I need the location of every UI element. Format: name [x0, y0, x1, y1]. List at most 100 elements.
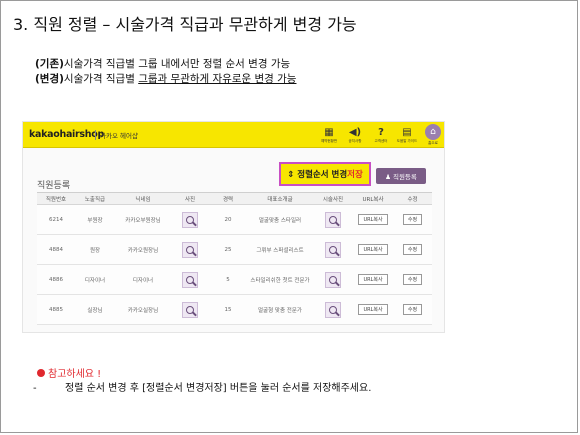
cell-url: URL복사: [353, 264, 393, 295]
after-label: (변경): [35, 73, 64, 85]
photo-search-icon[interactable]: [325, 241, 341, 258]
nav-label: 홈으로: [428, 141, 438, 145]
staff-table: 직원번호 노출직급 닉네임 사진 경력 대표소개글 시술사진 URL복사 수정 …: [37, 192, 432, 325]
photo-search-icon[interactable]: [182, 301, 198, 318]
nav-support[interactable]: ? 고객센터: [368, 122, 394, 148]
cell-work-photo: [313, 294, 353, 325]
help-icon: ?: [378, 126, 384, 138]
cell-photo: [171, 234, 209, 265]
nav-label: 도움말 가이드: [396, 138, 418, 143]
col-header: 경력: [209, 192, 247, 205]
cell-url: URL복사: [353, 204, 393, 235]
cell-id: 4885: [37, 294, 75, 325]
col-header: 시술사진: [313, 192, 353, 205]
save-order-button[interactable]: ⇕ 정렬순서 변경 저장: [279, 162, 371, 186]
col-header: 수정: [393, 192, 432, 205]
section-title: 직원등록: [37, 181, 71, 191]
cell-url: URL복사: [353, 294, 393, 325]
cell-id: 6214: [37, 204, 75, 235]
note-title-text: 참고하세요 !: [48, 369, 102, 380]
col-header: 닉네임: [115, 192, 171, 205]
slide-title: 3. 직원 정렬 – 시술가격 직급과 무관하게 변경 가능: [13, 15, 357, 34]
edit-button[interactable]: 수정: [402, 244, 423, 255]
note-text: 정렬 순서 변경 후 [정렬순서 변경저장] 버튼을 눌러 순서를 저장해주세요…: [65, 383, 372, 394]
table-row[interactable]: 4885 실장님 카카오실장님 15 얼굴형 맞춤 전문가 URL복사 수정: [37, 294, 432, 325]
cell-rank: 실장님: [75, 294, 115, 325]
cell-rank: 원장: [75, 234, 115, 265]
header-nav: ▦ 예약현황판 ◀) 공지사항 ? 고객센터 ▤ 도움말 가이드 ⌂ 홈으로: [316, 122, 444, 148]
cell-intro: 그뤼부 스퍼셜리스트: [247, 234, 313, 265]
cell-nickname: 디자이너: [115, 264, 171, 295]
save-order-label-highlight: 저장: [347, 170, 363, 180]
col-header: 대표소개글: [247, 192, 313, 205]
nav-reservation-board[interactable]: ▦ 예약현황판: [316, 122, 342, 148]
cell-work-photo: [313, 234, 353, 265]
table-row[interactable]: 4884 원장 카카오원장님 25 그뤼부 스퍼셜리스트 URL복사 수정: [37, 234, 432, 265]
col-header: 직원번호: [37, 192, 75, 205]
nav-home[interactable]: ⌂ 홈으로: [420, 122, 444, 148]
nav-label: 예약현황판: [320, 138, 338, 143]
copy-url-button[interactable]: URL복사: [358, 304, 388, 315]
photo-search-icon[interactable]: [325, 301, 341, 318]
app-screenshot: kakaohairshop 카카오 헤어샵 ▦ 예약현황판 ◀) 공지사항 ? …: [22, 121, 445, 333]
cell-id: 4884: [37, 234, 75, 265]
cell-work-photo: [313, 264, 353, 295]
brand-logo[interactable]: kakaohairshop: [29, 129, 104, 140]
copy-url-button[interactable]: URL복사: [358, 214, 388, 225]
cell-nickname: 카카오부원장님: [115, 204, 171, 235]
nav-notice[interactable]: ◀) 공지사항: [342, 122, 368, 148]
table-row[interactable]: 4886 디자이너 디자이너 5 스타일리쉬한 첫트 전문가 URL복사 수정: [37, 264, 432, 295]
cell-intro: 얼굴맞춤 스타일러: [247, 204, 313, 235]
photo-search-icon[interactable]: [182, 271, 198, 288]
cell-career: 20: [209, 204, 247, 235]
copy-url-button[interactable]: URL복사: [358, 244, 388, 255]
cell-id: 4886: [37, 264, 75, 295]
cell-url: URL복사: [353, 234, 393, 265]
photo-search-icon[interactable]: [182, 241, 198, 258]
copy-url-button[interactable]: URL복사: [358, 274, 388, 285]
cell-photo: [171, 204, 209, 235]
nav-guide[interactable]: ▤ 도움말 가이드: [394, 122, 420, 148]
description-before: (기존)시술가격 직급별 그룹 내에서만 정렬 순서 변경 가능: [35, 57, 296, 72]
description: (기존)시술가격 직급별 그룹 내에서만 정렬 순서 변경 가능 (변경)시술가…: [35, 57, 296, 87]
table-header: 직원번호 노출직급 닉네임 사진 경력 대표소개글 시술사진 URL복사 수정: [37, 192, 432, 205]
photo-search-icon[interactable]: [182, 211, 198, 228]
cell-career: 15: [209, 294, 247, 325]
col-header: 사진: [171, 192, 209, 205]
cell-edit: 수정: [393, 204, 432, 235]
nav-label: 고객센터: [374, 138, 388, 143]
cell-intro: 얼굴형 맞춤 전문가: [247, 294, 313, 325]
app-header: kakaohairshop 카카오 헤어샵 ▦ 예약현황판 ◀) 공지사항 ? …: [23, 122, 444, 148]
description-after: (변경)시술가격 직급별 그룹과 무관하게 자유로운 변경 가능: [35, 72, 296, 87]
col-header: URL복사: [353, 192, 393, 205]
photo-search-icon[interactable]: [325, 271, 341, 288]
note-body: - 정렬 순서 변경 후 [정렬순서 변경저장] 버튼을 눌러 순서를 저장해주세…: [33, 379, 371, 394]
save-order-label: ⇕ 정렬순서 변경: [287, 170, 348, 180]
cell-photo: [171, 294, 209, 325]
red-dot-icon: [37, 368, 45, 377]
calendar-icon: ▦: [324, 126, 334, 138]
cell-rank: 디자이너: [75, 264, 115, 295]
cell-career: 25: [209, 234, 247, 265]
slide: 3. 직원 정렬 – 시술가격 직급과 무관하게 변경 가능 (기존)시술가격 …: [0, 0, 578, 433]
after-text: 시술가격 직급별: [63, 73, 139, 85]
table-row[interactable]: 6214 부원장 카카오부원장님 20 얼굴맞춤 스타일러 URL복사 수정: [37, 204, 432, 235]
home-icon: ⌂: [425, 124, 441, 140]
edit-button[interactable]: 수정: [402, 304, 423, 315]
brand-subtitle: 카카오 헤어샵: [95, 130, 138, 140]
speaker-icon: ◀): [348, 126, 362, 138]
cell-work-photo: [313, 204, 353, 235]
nav-label: 공지사항: [348, 138, 362, 143]
guide-icon: ▤: [402, 126, 412, 138]
before-label: (기존): [35, 58, 64, 70]
register-staff-button[interactable]: ♟ 직원등록: [376, 168, 426, 184]
cell-edit: 수정: [393, 264, 432, 295]
edit-button[interactable]: 수정: [402, 214, 423, 225]
photo-search-icon[interactable]: [325, 211, 341, 228]
cell-nickname: 카카오원장님: [115, 234, 171, 265]
cell-career: 5: [209, 264, 247, 295]
cell-edit: 수정: [393, 234, 432, 265]
edit-button[interactable]: 수정: [402, 274, 423, 285]
cell-intro: 스타일리쉬한 첫트 전문가: [247, 264, 313, 295]
cell-nickname: 카카오실장님: [115, 294, 171, 325]
